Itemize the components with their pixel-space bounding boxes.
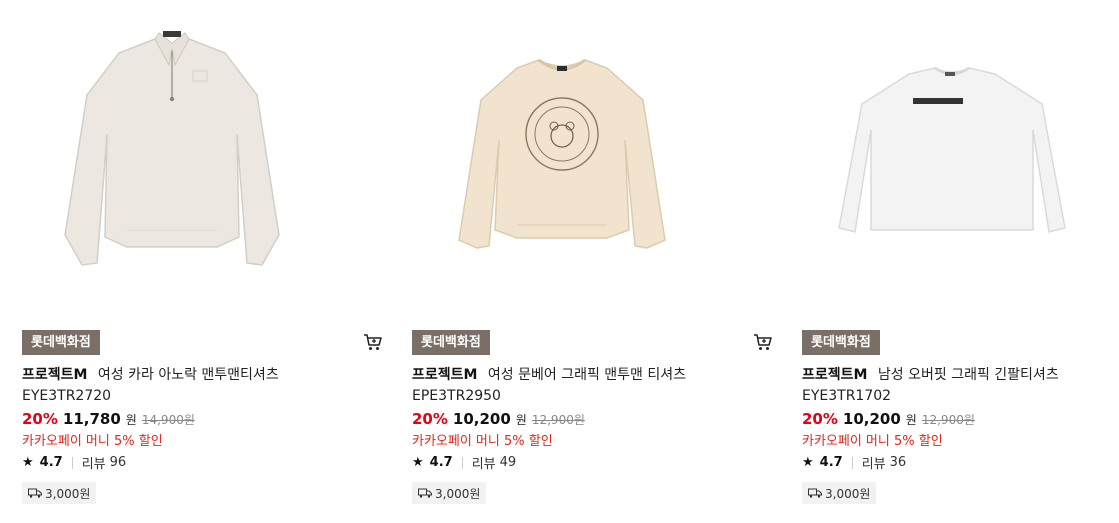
product-card[interactable]: 롯데백화점 프로젝트M 여성 문베어 그래픽 맨투맨 티셔츠 EPE3TR295…	[412, 0, 772, 523]
divider	[851, 456, 853, 469]
original-price: 12,900원	[531, 413, 585, 427]
shipping-fee: 3,000원	[825, 486, 871, 501]
add-to-cart-button[interactable]	[752, 332, 774, 352]
product-name: 남성 오버핏 그래픽 긴팔티셔츠	[877, 367, 1059, 383]
add-to-cart-button[interactable]	[362, 332, 384, 352]
divider	[461, 456, 463, 469]
star-icon: ★	[802, 455, 814, 470]
store-badge: 롯데백화점	[22, 330, 100, 355]
product-name: 여성 문베어 그래픽 맨투맨 티셔츠	[487, 367, 687, 383]
currency-label: 원	[515, 413, 527, 427]
truck-icon	[28, 488, 42, 498]
review-label: 리뷰	[861, 457, 886, 472]
brand-name: 프로젝트M	[22, 367, 88, 383]
product-card[interactable]: 롯데백화점 프로젝트M 남성 오버핏 그래픽 긴팔티셔츠 EYE3TR1702 …	[802, 0, 1102, 523]
cart-icon	[364, 334, 382, 350]
divider	[71, 456, 73, 469]
product-title[interactable]: 프로젝트M 여성 문베어 그래픽 맨투맨 티셔츠	[412, 366, 712, 384]
shipping-fee: 3,000원	[45, 486, 91, 501]
product-title[interactable]: 프로젝트M 여성 카라 아노락 맨투맨티셔츠	[22, 366, 322, 384]
currency-label: 원	[905, 413, 917, 427]
review-count: 36	[889, 455, 907, 470]
rating-row: ★ 4.7 리뷰 36	[802, 453, 906, 472]
sale-price: 10,200	[842, 410, 901, 428]
store-badge: 롯데백화점	[802, 330, 880, 355]
price-row: 20% 10,200 원 12,900원	[802, 410, 975, 428]
review-count: 49	[499, 455, 517, 470]
original-price: 12,900원	[921, 413, 975, 427]
truck-icon	[808, 488, 822, 498]
promo-text: 카카오페이 머니 5% 할인	[412, 434, 553, 449]
currency-label: 원	[125, 413, 137, 427]
cart-icon	[754, 334, 772, 350]
brand-name: 프로젝트M	[802, 367, 868, 383]
rating-value: 4.7	[819, 455, 843, 470]
star-icon: ★	[412, 455, 424, 470]
product-card[interactable]: 롯데백화점 프로젝트M 여성 카라 아노락 맨투맨티셔츠 EYE3TR2720 …	[22, 0, 382, 523]
sweatshirt-collar-image	[64, 31, 280, 266]
rating-row: ★ 4.7 리뷰 49	[412, 453, 516, 472]
price-row: 20% 10,200 원 12,900원	[412, 410, 585, 428]
promo-text: 카카오페이 머니 5% 할인	[22, 434, 163, 449]
original-price: 14,900원	[141, 413, 195, 427]
product-image[interactable]	[412, 0, 712, 320]
sweatshirt-bear-graphic-image	[458, 58, 666, 249]
product-code: EPE3TR2950	[412, 388, 501, 404]
shipping-fee: 3,000원	[435, 486, 481, 501]
review-count: 96	[109, 455, 127, 470]
product-code: EYE3TR1702	[802, 388, 892, 404]
long-sleeve-tee-image	[838, 66, 1066, 233]
review-label: 리뷰	[471, 457, 496, 472]
product-image[interactable]	[22, 0, 322, 320]
rating-row: ★ 4.7 리뷰 96	[22, 453, 126, 472]
shipping-fee-tag: 3,000원	[412, 482, 487, 504]
product-name: 여성 카라 아노락 맨투맨티셔츠	[97, 367, 279, 383]
sale-price: 11,780	[62, 410, 121, 428]
price-row: 20% 11,780 원 14,900원	[22, 410, 195, 428]
product-grid: 롯데백화점 프로젝트M 여성 카라 아노락 맨투맨티셔츠 EYE3TR2720 …	[0, 0, 1119, 523]
promo-text: 카카오페이 머니 5% 할인	[802, 434, 943, 449]
rating-value: 4.7	[39, 455, 63, 470]
product-image[interactable]	[802, 0, 1102, 320]
star-icon: ★	[22, 455, 34, 470]
discount-rate: 20%	[802, 410, 838, 428]
truck-icon	[418, 488, 432, 498]
discount-rate: 20%	[22, 410, 58, 428]
product-code: EYE3TR2720	[22, 388, 112, 404]
sale-price: 10,200	[452, 410, 511, 428]
discount-rate: 20%	[412, 410, 448, 428]
review-label: 리뷰	[81, 457, 106, 472]
product-title[interactable]: 프로젝트M 남성 오버핏 그래픽 긴팔티셔츠	[802, 366, 1102, 384]
store-badge: 롯데백화점	[412, 330, 490, 355]
rating-value: 4.7	[429, 455, 453, 470]
brand-name: 프로젝트M	[412, 367, 478, 383]
shipping-fee-tag: 3,000원	[802, 482, 877, 504]
shipping-fee-tag: 3,000원	[22, 482, 97, 504]
